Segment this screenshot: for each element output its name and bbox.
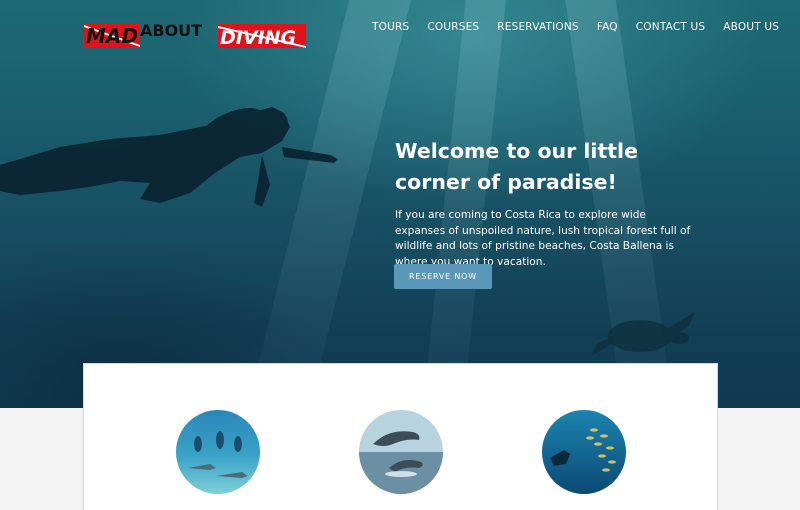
light-ray (415, 0, 510, 408)
main-navigation: TOURS COURSES RESERVATIONS FAQ CONTACT U… (360, 20, 779, 34)
site-logo[interactable]: MAD ABOUT DIVING (84, 19, 306, 49)
sea-turtle-image (591, 312, 695, 356)
svg-text:MAD: MAD (86, 24, 138, 48)
nav-faq[interactable]: FAQ (597, 20, 618, 34)
hero-description: If you are coming to Costa Rica to explo… (395, 209, 691, 268)
features-card (83, 363, 718, 510)
svg-text:DIVING: DIVING (220, 27, 296, 49)
scuba-diver-image (0, 107, 338, 207)
nav-contact-us[interactable]: CONTACT US (636, 20, 705, 34)
reserve-now-button[interactable]: RESERVE NOW (394, 264, 492, 289)
nav-courses[interactable]: COURSES (427, 20, 479, 34)
nav-reservations[interactable]: RESERVATIONS (497, 20, 579, 34)
diver-with-fish-school-image[interactable] (542, 410, 626, 494)
svg-text:ABOUT: ABOUT (140, 21, 202, 40)
divers-with-sharks-image[interactable] (176, 410, 260, 494)
nav-about-us[interactable]: ABOUT US (723, 20, 779, 34)
hero-section: MAD ABOUT DIVING TOURS COURSES RESERVATI… (0, 0, 800, 408)
dolphins-image[interactable] (359, 410, 443, 494)
hero-title: Welcome to our little corner of paradise… (395, 139, 638, 194)
nav-tours[interactable]: TOURS (372, 20, 409, 34)
